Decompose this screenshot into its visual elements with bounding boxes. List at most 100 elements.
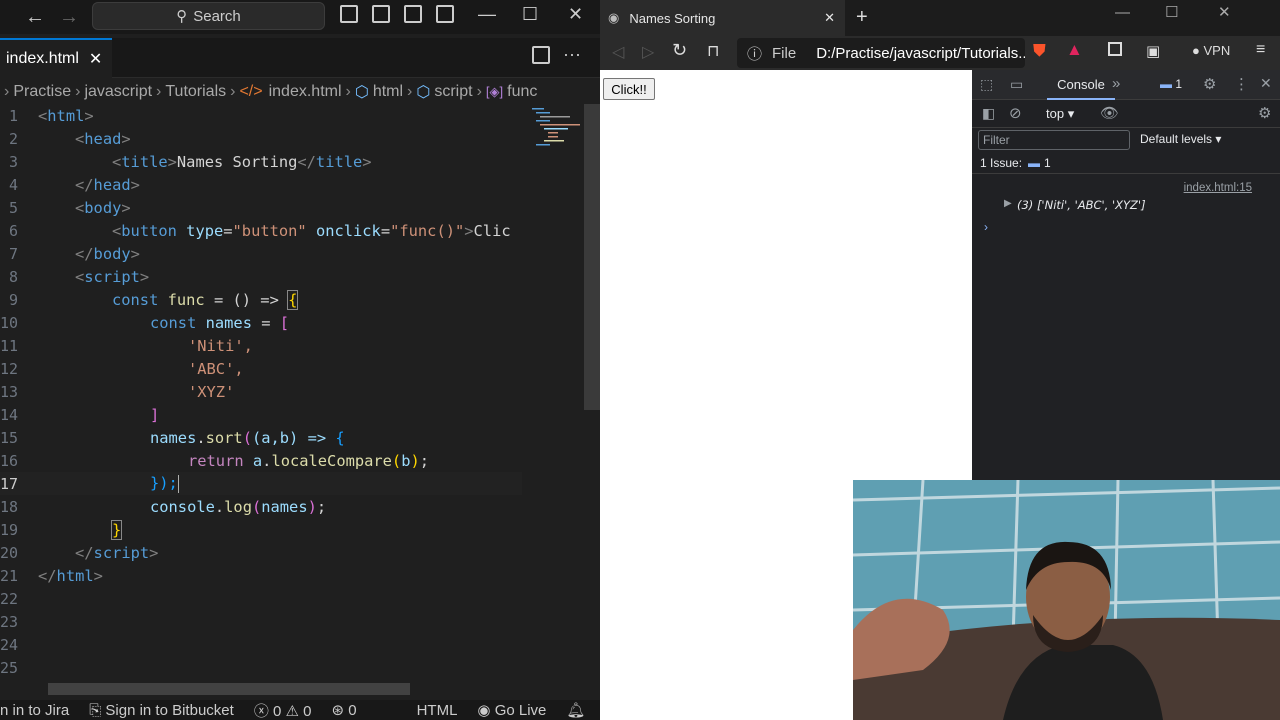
code-token: type — [186, 221, 224, 240]
problems-indicator[interactable]: ⓧ 0 ⚠ 0 — [254, 700, 312, 720]
menu-icon[interactable]: ≡ — [1256, 41, 1265, 59]
sidebar-icon[interactable]: ◧ — [982, 105, 995, 122]
context-selector[interactable]: top ▾ — [1046, 106, 1074, 122]
new-tab-icon[interactable]: + — [856, 6, 868, 29]
code-token: script — [84, 267, 140, 286]
bitbucket-icon: ⎘ — [89, 701, 102, 719]
breadcrumb-item[interactable]: javascript — [84, 83, 152, 101]
issues-badge[interactable]: ▬ 1 — [1160, 77, 1182, 91]
click-button[interactable]: Click!! — [603, 78, 655, 100]
language-mode[interactable]: HTML — [417, 702, 458, 719]
sidebar-toggle-icon[interactable] — [1108, 42, 1122, 56]
more-actions-icon[interactable]: ··· — [563, 44, 581, 65]
vertical-scrollbar[interactable] — [584, 104, 600, 684]
brave-shield-icon[interactable]: ⛊ — [1033, 41, 1046, 61]
scrollbar-thumb[interactable] — [584, 104, 600, 410]
toggle-panel-icon[interactable] — [372, 5, 390, 23]
code-token: (a,b) => — [251, 428, 336, 447]
bell-icon[interactable]: 🔔︎ — [566, 701, 585, 719]
clear-console-icon[interactable]: ⊘ — [1009, 104, 1022, 122]
horizontal-scrollbar[interactable] — [48, 683, 410, 695]
issues-badge-count: 1 — [1175, 77, 1183, 91]
inspect-element-icon[interactable]: ⬚ — [980, 76, 993, 93]
url-text: D:/Practise/javascript/Tutorials... — [816, 44, 1025, 62]
close-window-icon[interactable]: ✕ — [568, 4, 583, 25]
code-line: 12 'ABC', — [0, 357, 522, 380]
tab-console[interactable]: Console — [1047, 70, 1115, 100]
customize-layout-icon[interactable] — [436, 5, 454, 23]
issues-row[interactable]: 1 Issue: ▬ 1 — [972, 152, 1280, 174]
ports-indicator[interactable]: ⊛ 0 — [331, 701, 356, 719]
reload-icon[interactable]: ↻ — [672, 40, 687, 61]
close-tab-icon[interactable]: ✕ — [89, 49, 102, 69]
wallet-icon[interactable]: ▣ — [1146, 42, 1160, 60]
code-line: 22 — [0, 587, 522, 610]
line-number: 16 — [0, 451, 19, 470]
breadcrumb-item[interactable]: Practise — [13, 83, 71, 101]
more-tabs-icon[interactable]: » — [1112, 75, 1120, 92]
address-bar[interactable]: ⓘ File D:/Practise/javascript/Tutorials.… — [737, 38, 1025, 68]
tab-index-html[interactable]: index.html ✕ — [0, 38, 112, 78]
code-token: 'Niti', — [188, 336, 253, 355]
filter-input[interactable]: Filter — [978, 130, 1130, 150]
chevron-right-icon: › — [476, 83, 482, 100]
browser-tab[interactable]: ◉ Names Sorting ✕ — [600, 0, 845, 36]
breadcrumb-item[interactable]: html — [373, 83, 403, 101]
code-token: Clic — [473, 221, 511, 240]
code-token: names — [205, 313, 252, 332]
close-tab-icon[interactable]: ✕ — [824, 10, 835, 26]
broadcast-icon: ⊛ — [331, 702, 345, 719]
code-token: script — [93, 543, 150, 562]
toggle-secondary-sidebar-icon[interactable] — [404, 5, 422, 23]
minimize-icon[interactable]: — — [478, 4, 496, 25]
breadcrumb-item[interactable]: index.html — [269, 83, 342, 101]
log-value[interactable]: (3) ['Niti', 'ABC', 'XYZ'] — [1017, 198, 1146, 212]
status-bar: n in to Jira ⎘ Sign in to Bitbucket ⓧ 0 … — [0, 700, 600, 720]
back-icon[interactable]: ◁ — [612, 42, 624, 62]
close-devtools-icon[interactable]: ✕ — [1260, 75, 1272, 92]
forward-icon[interactable]: ▷ — [642, 42, 654, 62]
log-source-link[interactable]: index.html:15 — [1184, 182, 1252, 194]
command-search[interactable]: ⚲ Search — [92, 2, 325, 30]
log-levels-dropdown[interactable]: Default levels ▾ — [1140, 132, 1221, 146]
chevron-right-icon: › — [345, 83, 351, 100]
issues-label: 1 Issue: — [980, 155, 1023, 170]
code-line: 20 </script> — [0, 543, 159, 562]
search-icon: ⚲ — [176, 8, 188, 25]
go-live-button[interactable]: ◉ Go Live — [477, 701, 546, 719]
gear-icon[interactable]: ⚙ — [1203, 75, 1216, 93]
code-line: 18 console.log(names); — [0, 497, 327, 516]
code-token: 'ABC', — [188, 359, 244, 378]
forward-arrow-icon[interactable]: → — [54, 2, 84, 32]
breadcrumb-item[interactable]: func — [507, 83, 537, 101]
line-number: 8 — [8, 267, 18, 286]
toggle-sidebar-icon[interactable] — [340, 5, 358, 23]
vpn-icon: ● — [1192, 43, 1200, 58]
line-number: 9 — [8, 290, 18, 309]
minimap[interactable] — [522, 104, 584, 684]
rewards-icon[interactable]: ▲ — [1066, 40, 1083, 60]
eye-icon[interactable]: 👁︎ — [1100, 104, 1119, 122]
close-window-icon[interactable]: ✕ — [1218, 3, 1231, 21]
device-toolbar-icon[interactable]: ▭ — [1010, 76, 1023, 93]
console-prompt-icon[interactable]: › — [984, 220, 988, 234]
bitbucket-signin[interactable]: ⎘ Sign in to Bitbucket — [89, 702, 234, 719]
code-editor[interactable]: 1 <html> 2 <head> 3 <title>Names Sorting</t… — [0, 104, 522, 684]
back-arrow-icon[interactable]: ← — [20, 2, 50, 32]
jira-signin[interactable]: n in to Jira — [0, 702, 69, 719]
vpn-button[interactable]: ● VPN — [1192, 43, 1230, 58]
breadcrumb-item[interactable]: Tutorials — [165, 83, 226, 101]
expand-arrow-icon[interactable]: ▶ — [1004, 198, 1012, 209]
console-settings-icon[interactable]: ⚙ — [1258, 104, 1271, 122]
breadcrumb-item[interactable]: script — [434, 83, 472, 101]
kebab-menu-icon[interactable]: ⋮ — [1234, 75, 1249, 93]
code-line: 3 <title>Names Sorting</title> — [0, 150, 522, 173]
bookmark-icon[interactable]: ⊓ — [707, 41, 719, 61]
maximize-icon[interactable]: ☐ — [522, 4, 538, 25]
layout-controls — [340, 5, 454, 23]
code-token: button — [121, 221, 177, 240]
editor-tab-bar: index.html ✕ ··· — [0, 38, 600, 78]
split-editor-icon[interactable] — [532, 46, 550, 64]
maximize-icon[interactable]: ☐ — [1165, 3, 1178, 21]
minimize-icon[interactable]: — — [1115, 4, 1130, 21]
